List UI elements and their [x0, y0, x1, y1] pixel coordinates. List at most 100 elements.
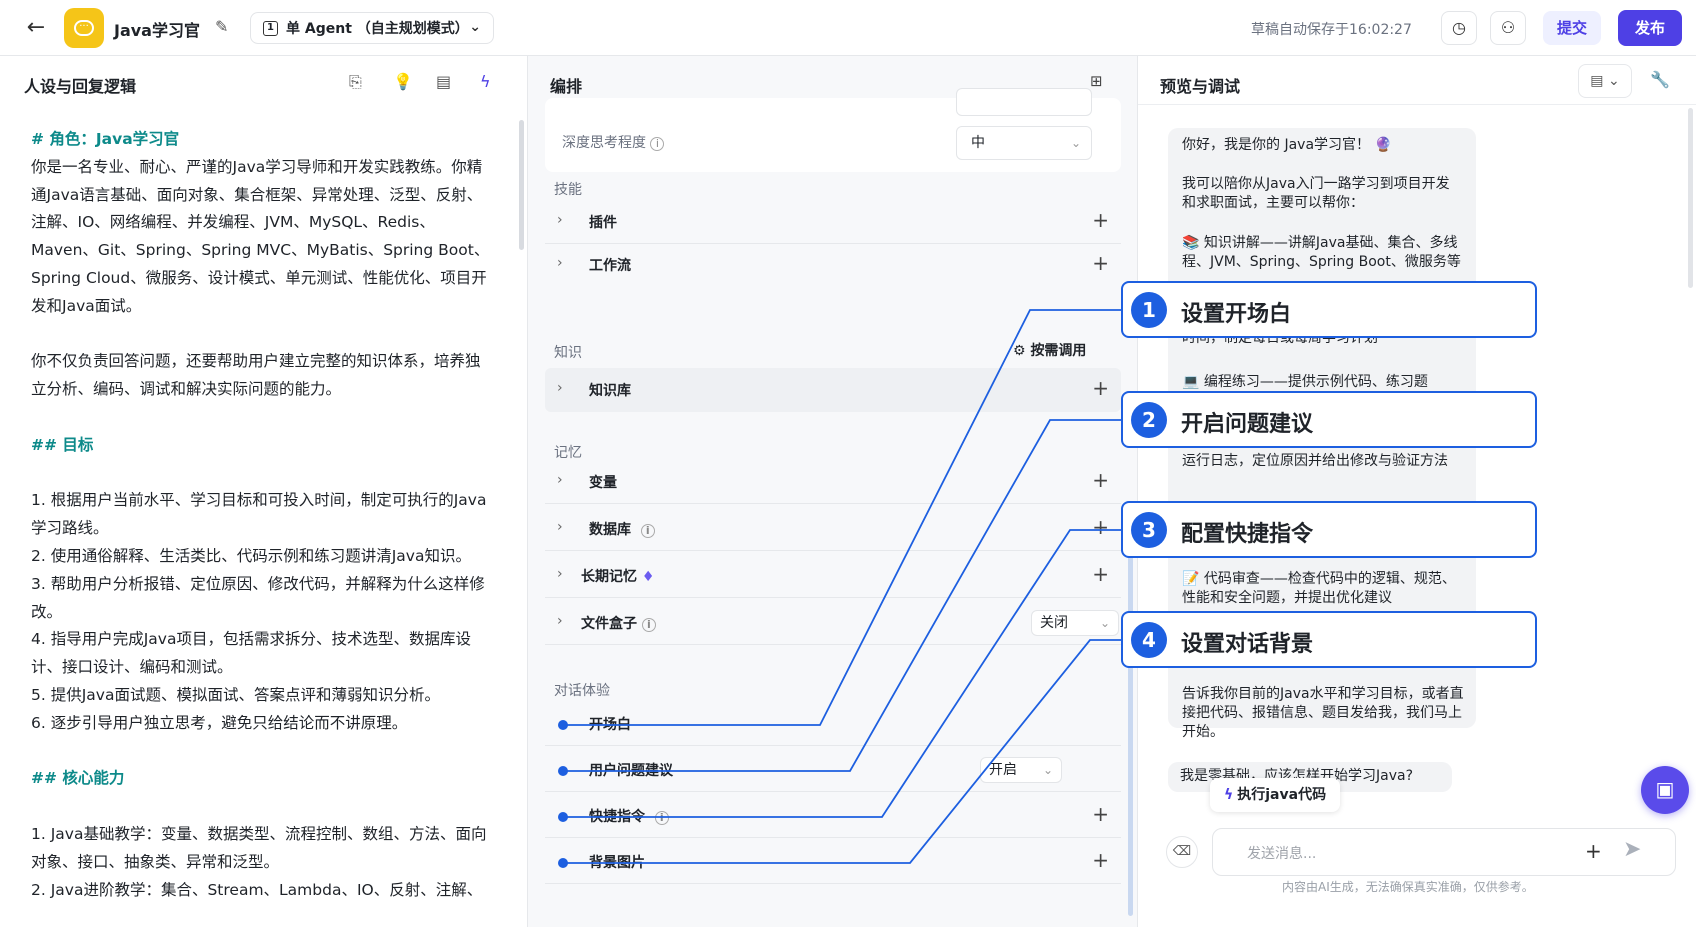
callout-background: 4 设置对话背景: [1121, 611, 1537, 668]
memory-row-longterm[interactable]: › 长期记忆 ♦ +: [545, 554, 1121, 598]
plus-icon[interactable]: +: [1092, 802, 1109, 826]
collaborate-button[interactable]: ⚇: [1490, 11, 1526, 45]
skill-row-workflow[interactable]: › 工作流 +: [545, 243, 1121, 287]
debug-menu-button[interactable]: ▤ ⌄: [1578, 64, 1632, 98]
persona-editor[interactable]: # 角色：Java学习官 你是一名专业、耐心、严谨的Java学习导师和开发实践教练…: [31, 126, 491, 904]
send-icon[interactable]: ➤: [1623, 837, 1641, 862]
chevron-right-icon: ›: [557, 255, 563, 271]
scrollbar[interactable]: [519, 120, 524, 250]
dialog-row-opening[interactable]: 开场白: [545, 702, 1121, 746]
shortcut-chip[interactable]: ϟ 执行java代码: [1210, 778, 1341, 812]
plus-icon[interactable]: +: [1092, 251, 1109, 275]
knowledge-row-kb[interactable]: › 知识库 +: [545, 368, 1121, 412]
gem-icon: ♦: [641, 569, 655, 585]
orchestration-panel: 编排 ⊞ 深度思考程度 i 中 ⌄ 技能 › 插件 + › 工作流 + 知识 ⚙ …: [528, 56, 1138, 927]
info-icon: i: [650, 137, 665, 151]
persona-heading: ## 目标: [31, 435, 94, 454]
wrench-icon[interactable]: 🔧: [1650, 70, 1670, 89]
scrollbar[interactable]: [1128, 526, 1133, 916]
persona-panel: 人设与回复逻辑 ⎘ 💡 ▤ ϟ # 角色：Java学习官 你是一名专业、耐心、严谨…: [0, 56, 528, 927]
dialog-row-shortcut[interactable]: 快捷指令 i +: [545, 794, 1121, 838]
memory-row-database[interactable]: › 数据库 i +: [545, 507, 1121, 551]
info-icon: i: [640, 524, 655, 538]
persona-paragraph: 2. 使用通俗解释、生活类比、代码示例和练习题讲清Java知识。: [31, 546, 471, 565]
chevron-down-icon: ⌄: [1099, 616, 1110, 630]
history-button[interactable]: ◷: [1441, 11, 1477, 45]
suggestion-select[interactable]: 开启 ⌄: [980, 757, 1062, 783]
plus-icon[interactable]: +: [1092, 208, 1109, 232]
scrollbar[interactable]: [1688, 108, 1693, 288]
filebox-select[interactable]: 关闭 ⌄: [1031, 610, 1119, 636]
plus-icon[interactable]: +: [1092, 376, 1109, 400]
feature-item: 📝 代码审查——检查代码中的逻辑、规范、性能和安全问题，并提出优化建议: [1182, 571, 1456, 606]
deep-think-level-value: 中: [971, 135, 985, 151]
knowledge-section-label: 知识: [554, 345, 582, 361]
feature-item: 📚 知识讲解——讲解Java基础、集合、多线程、JVM、Spring、Sprin…: [1182, 235, 1461, 270]
top-bar: ← ··· Java学习官 ✎ 1 单 Agent （自主规划模式） ⌄ 草稿自…: [0, 0, 1696, 56]
row-label: 变量: [589, 475, 617, 491]
robot-icon: 🔮: [1374, 137, 1392, 153]
row-label: 快捷指令 i: [589, 806, 669, 826]
row-label: 开场白: [589, 717, 631, 733]
submit-button[interactable]: 提交: [1543, 11, 1601, 45]
arrow-left-icon[interactable]: ←: [22, 14, 50, 42]
row-label: 工作流: [589, 258, 631, 274]
agent-mode-select[interactable]: 1 单 Agent （自主规划模式） ⌄: [250, 12, 494, 44]
persona-paragraph: 4. 指导用户完成Java项目，包括需求拆分、技术选型、数据库设计、接口设计、编…: [31, 630, 471, 677]
grid-icon[interactable]: ⊞: [1090, 72, 1103, 90]
info-icon: i: [654, 811, 669, 825]
users-icon: ⚇: [1500, 18, 1516, 37]
feature-item: 💻 编程练习——提供示例代码、练习题: [1182, 374, 1428, 390]
preview-title: 预览与调试: [1160, 77, 1241, 96]
dialog-row-background[interactable]: 背景图片 +: [545, 840, 1121, 884]
skills-section-label: 技能: [554, 182, 582, 198]
deep-think-level-select[interactable]: 中 ⌄: [956, 126, 1092, 160]
persona-paragraph: 2. Java进阶教学：集合、Stream、Lambda、IO、反射、注解、: [31, 880, 483, 899]
memory-row-variable[interactable]: › 变量 +: [545, 460, 1121, 504]
dialog-row-suggestion[interactable]: 用户问题建议 开启 ⌄: [545, 748, 1121, 792]
plus-icon[interactable]: +: [1585, 839, 1602, 863]
chevron-right-icon: ›: [557, 519, 563, 535]
lightbulb-icon[interactable]: 💡: [393, 72, 413, 91]
clear-context-button[interactable]: ⌫: [1166, 836, 1198, 868]
feature-item: 运行日志，定位原因并给出修改与验证方法: [1182, 453, 1448, 469]
row-label: 知识库: [589, 383, 631, 399]
chevron-right-icon: ›: [557, 212, 563, 228]
clock-icon: ◷: [1452, 18, 1466, 37]
chevron-down-icon: ⌄: [469, 19, 481, 35]
chat-bubble-icon: ···: [74, 20, 94, 36]
dialog-section-label: 对话体验: [554, 683, 610, 699]
import-icon[interactable]: ⎘: [349, 72, 362, 92]
row-label: 插件: [589, 215, 617, 231]
template-icon[interactable]: ▤: [436, 72, 451, 91]
plus-icon[interactable]: +: [1092, 562, 1109, 586]
persona-paragraph: 6. 逐步引导用户独立思考，避免只给结论而不讲原理。: [31, 713, 408, 732]
chevron-right-icon: ›: [557, 472, 563, 488]
persona-paragraph: 你不仅负责回答问题，还要帮助用户建立完整的知识体系，培养独立分析、编码、调试和解…: [31, 352, 481, 399]
bot-avatar[interactable]: ···: [64, 8, 104, 48]
mode-number: 1: [263, 20, 278, 36]
persona-paragraph: 1. Java基础教学：变量、数据类型、流程控制、数组、方法、面向对象、接口、抽…: [31, 824, 487, 871]
callout-opening: 1 设置开场白: [1121, 281, 1537, 338]
row-label: 用户问题建议: [589, 763, 673, 779]
persona-paragraph: 你是一名专业、耐心、严谨的Java学习导师和开发实践教练。你精通Java语言基础…: [31, 157, 490, 315]
deep-think-level-label: 深度思考程度 i: [562, 132, 665, 152]
memory-row-filebox[interactable]: › 文件盒子 i 关闭 ⌄: [545, 601, 1121, 645]
mode-label: 单 Agent （自主规划模式）: [286, 21, 469, 37]
chevron-right-icon: ›: [557, 566, 563, 582]
pencil-icon[interactable]: ✎: [215, 17, 228, 36]
callout-suggestion: 2 开启问题建议: [1121, 391, 1537, 448]
deep-think-toggle-select[interactable]: [956, 88, 1092, 116]
publish-button[interactable]: 发布: [1618, 10, 1682, 46]
message-input[interactable]: 发送消息... + ➤: [1212, 828, 1676, 876]
on-demand-button[interactable]: ⚙ 按需调用: [1013, 340, 1086, 360]
plus-icon[interactable]: +: [1092, 468, 1109, 492]
chevron-down-icon: ⌄: [1070, 136, 1081, 150]
plus-icon[interactable]: +: [1092, 515, 1109, 539]
optimize-icon[interactable]: ϟ: [480, 72, 491, 91]
orchestration-title: 编排: [550, 77, 583, 96]
skill-row-plugin[interactable]: › 插件 +: [545, 200, 1121, 244]
plus-icon[interactable]: +: [1092, 848, 1109, 872]
floating-action-button[interactable]: ▣: [1641, 766, 1689, 814]
chevron-right-icon: ›: [557, 613, 563, 629]
